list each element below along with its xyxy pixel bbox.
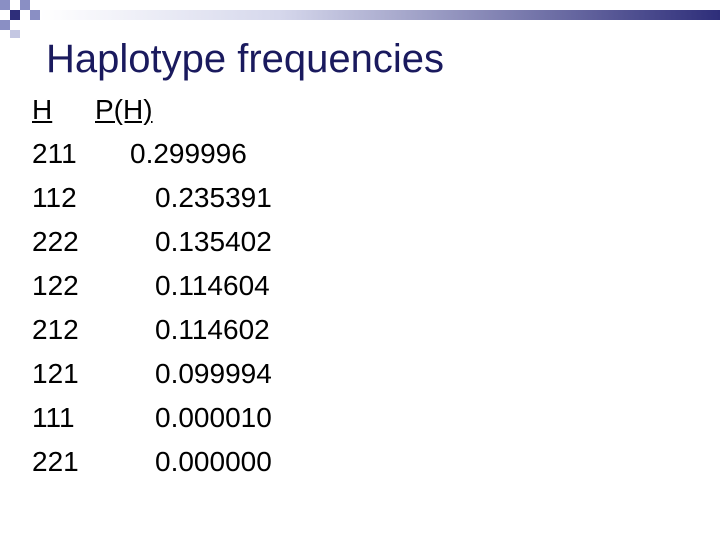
frequency-cell: 0.099994 [155,358,272,389]
frequency-cell: 0.235391 [155,182,272,213]
deco-square [0,20,10,30]
haplotype-cell: 122 [32,270,79,301]
frequency-cell: 0.114602 [155,314,270,345]
haplotype-cell: 211 [32,138,77,169]
frequency-cell: 0.299996 [130,138,247,169]
haplotype-cell: 221 [32,446,79,477]
column-header-haplotype: H [32,94,53,125]
haplotype-cell: 121 [32,358,79,389]
deco-square [10,30,20,38]
header-gradient-bar [40,10,720,20]
haplotype-cell: 112 [32,182,77,213]
deco-square [10,10,20,20]
frequency-cell: 0.000000 [155,446,272,477]
haplotype-cell: 222 [32,226,79,257]
deco-square [0,0,10,10]
frequency-cell: 0.135402 [155,226,272,257]
deco-square [30,10,40,20]
haplotype-cell: 212 [32,314,79,345]
header-decoration [0,0,720,38]
frequency-cell: 0.000010 [155,402,272,433]
haplotype-cell: 111 [32,402,75,433]
deco-square [20,0,30,10]
column-header-probability: P(H) [95,94,153,125]
frequency-cell: 0.114604 [155,270,270,301]
slide-title: Haplotype frequencies [46,37,445,81]
